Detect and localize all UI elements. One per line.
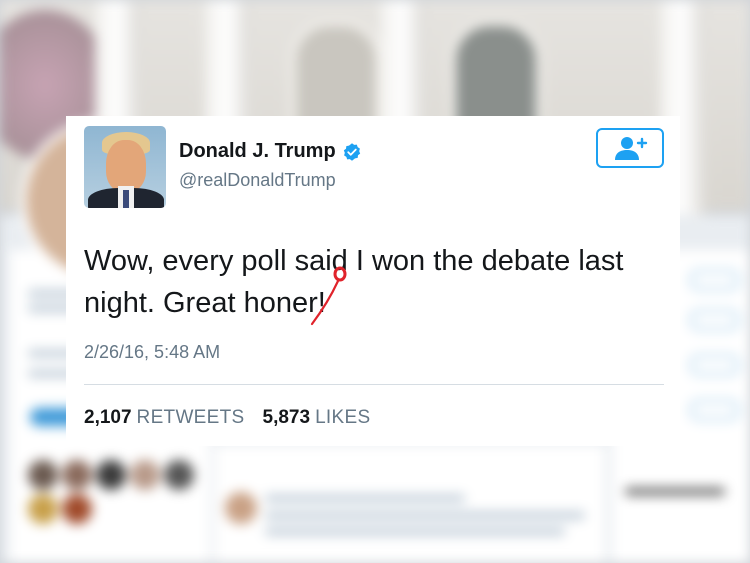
- retweets-stat[interactable]: 2,107 RETWEETS: [84, 407, 245, 429]
- user-handle[interactable]: @realDonaldTrump: [179, 170, 336, 191]
- author-name-row: Donald J. Trump: [179, 140, 362, 163]
- verified-badge-icon: [343, 142, 360, 161]
- avatar[interactable]: [84, 126, 166, 208]
- divider: [84, 384, 664, 385]
- tweet-card: Donald J. Trump @realDonaldTrump Wow, ev…: [66, 116, 680, 446]
- likes-stat[interactable]: 5,873 LIKES: [263, 407, 371, 429]
- red-pen-correction-icon: [310, 266, 347, 326]
- likes-count: 5,873: [262, 407, 311, 428]
- tweet-text-line-2: night. Great honer!: [84, 287, 326, 319]
- likes-label: LIKES: [315, 407, 371, 428]
- tweet-text: Wow, every poll said I won the debate la…: [84, 240, 674, 324]
- retweets-label: RETWEETS: [136, 407, 245, 428]
- tweet-timestamp[interactable]: 2/26/16, 5:48 AM: [84, 342, 220, 363]
- follow-button[interactable]: [596, 128, 664, 168]
- tweet-text-line-1: Wow, every poll said I won the debate la…: [84, 245, 624, 277]
- tweet-stats: 2,107 RETWEETS 5,873 LIKES: [84, 407, 370, 429]
- retweets-count: 2,107: [84, 407, 132, 428]
- add-user-icon: [615, 137, 648, 160]
- display-name[interactable]: Donald J. Trump: [179, 140, 336, 163]
